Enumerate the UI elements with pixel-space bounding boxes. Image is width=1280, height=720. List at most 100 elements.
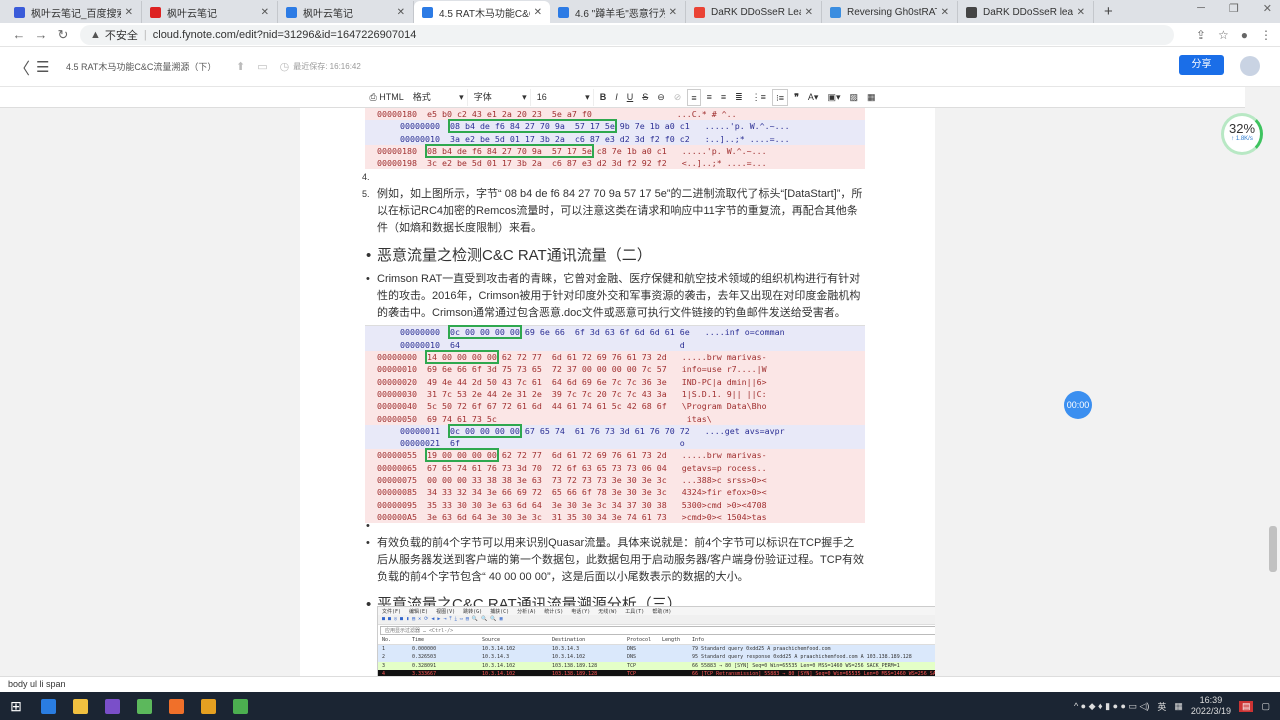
close-window-button[interactable]: ✕ [1263, 2, 1272, 15]
taskbar-app[interactable] [224, 692, 256, 720]
hex-ascii: .....brw marivas- [666, 352, 767, 363]
hex-row: 000000A5 3e 63 6d 64 3e 30 3e 3c 31 35 3… [365, 510, 865, 524]
recording-timer[interactable]: 00:00 [1064, 391, 1092, 419]
browser-tab[interactable]: 4.6 "蹲羊毛"恶意行为分析 ✕ [550, 1, 686, 23]
tab-label: DaRK DDoSseR Leads to [711, 6, 801, 18]
browser-tab[interactable]: 枫叶云笔记_百度搜索 ✕ [6, 1, 142, 23]
keyboard-icon[interactable]: ▦ [1174, 701, 1183, 712]
favicon-icon [286, 6, 297, 18]
share-page-icon[interactable]: ⇪ [1196, 28, 1206, 42]
packet-list-header: No. Time Source Destination Protocol Length In… [378, 636, 935, 645]
editor-toolbar: ⎙ HTML 格式 ▾ 字体 ▾ 16 ▾ B I U S ⊖ ⊘ ≡ ≡ ≡ ≣ ⋮… [0, 87, 1245, 108]
html-button[interactable]: ⎙ HTML [367, 89, 407, 106]
ordered-list-icon[interactable]: ⋮≡ [749, 89, 769, 106]
hex-offset: 00000180 [377, 109, 417, 119]
align-right-icon[interactable]: ≡ [718, 89, 729, 106]
url-input[interactable]: ▲ 不安全 | cloud.fynote.com/edit?nid=31296&… [80, 24, 1174, 45]
align-left-icon[interactable]: ≡ [687, 88, 701, 106]
caret-icon: ▾ [522, 91, 527, 102]
unordered-list-icon[interactable]: ⁝≡ [771, 88, 789, 106]
quote-button[interactable]: ❞ [791, 89, 802, 106]
list-item: • Crimson RAT一直受到攻击者的青睐，它曾对金融、医疗保健和航空技术领域… [365, 271, 865, 322]
close-tab-icon[interactable]: ✕ [941, 7, 949, 18]
scrollbar[interactable] [1266, 108, 1280, 676]
table-icon[interactable]: ▦ [864, 89, 879, 106]
close-tab-icon[interactable]: ✕ [261, 7, 269, 18]
minimize-button[interactable]: ─ [1197, 2, 1205, 15]
underline-button[interactable]: U [624, 89, 637, 106]
document-title: 4.5 RAT木马功能C&C流量溯源（下） [66, 62, 217, 72]
pin-icon[interactable]: ⬆ [236, 60, 245, 73]
hex-bytes: 3a e2 be 5d 01 17 3b 2a c6 87 e3 d2 3d f… [449, 133, 690, 144]
hex-bytes: 6f [449, 438, 460, 449]
back-chevron-icon[interactable]: 〈 [14, 55, 36, 79]
share-button[interactable]: 分享 [1179, 55, 1224, 75]
browser-tab[interactable]: 枫叶云笔记 ✕ [278, 1, 414, 23]
hex-ascii: .....brw marivas- [666, 450, 767, 461]
avatar[interactable] [1240, 56, 1260, 76]
favicon-icon [694, 6, 705, 18]
browser-tab[interactable]: DaRK DDoSseR leads to ✕ [958, 1, 1094, 23]
hex-ascii: ...388>c srss>0>< [666, 475, 767, 486]
taskbar-app[interactable] [160, 692, 192, 720]
new-tab-button[interactable]: + [1094, 1, 1123, 23]
taskbar-app[interactable] [96, 692, 128, 720]
wireshark-menu-item: 视图(V) [436, 609, 456, 615]
hex-row: 00000055 19 00 00 00 00 62 72 77 6d 61 7… [365, 448, 865, 463]
strikethrough-button[interactable]: S [639, 89, 651, 106]
hex-ascii: o [459, 438, 685, 449]
packet-cell: 10.3.14.102 [482, 662, 516, 669]
browser-tab[interactable]: Reversing Gh0stRAT par ✕ [822, 1, 958, 23]
column-header: Protocol [627, 637, 652, 643]
close-tab-icon[interactable]: ✕ [534, 7, 542, 18]
clock-icon: ◷ [279, 61, 290, 73]
font-size-select[interactable]: 16 ▾ [534, 88, 594, 106]
unlink-icon[interactable]: ⊘ [671, 89, 685, 106]
close-tab-icon[interactable]: ✕ [397, 7, 405, 18]
back-icon[interactable]: ← [8, 27, 30, 42]
close-tab-icon[interactable]: ✕ [805, 7, 813, 18]
menu-icon[interactable]: ☰ [36, 58, 66, 76]
browser-tab[interactable]: 枫叶云笔记 ✕ [142, 1, 278, 23]
format-select[interactable]: 格式 ▾ [410, 88, 468, 106]
forward-icon[interactable]: → [30, 27, 52, 42]
more-menu-icon[interactable]: ⋮ [1260, 28, 1272, 42]
link-icon[interactable]: ⊖ [654, 89, 668, 106]
justify-icon[interactable]: ≣ [732, 89, 746, 106]
taskbar-app[interactable] [32, 692, 64, 720]
tray-icons[interactable]: ^ ● ◆ ♦ ▮ ● ● ▭ ◁) [1074, 701, 1149, 712]
font-color-icon[interactable]: A▾ [805, 89, 822, 106]
maximize-button[interactable]: ❐ [1229, 2, 1239, 15]
browser-tab[interactable]: 4.5 RAT木马功能C&C流量 ✕ [414, 1, 550, 23]
close-tab-icon[interactable]: ✕ [1077, 7, 1085, 18]
packet-cell: 10.3.14.3 [552, 645, 580, 652]
reload-icon[interactable]: ↻ [52, 27, 74, 43]
bookmark-star-icon[interactable]: ☆ [1218, 28, 1229, 42]
image-icon[interactable]: ▨ [846, 89, 861, 106]
bold-button[interactable]: B [597, 89, 610, 106]
font-select[interactable]: 字体 ▾ [471, 88, 531, 106]
hex-row: 00000010 64 d [365, 338, 865, 352]
highlight-color-icon[interactable]: ▣▾ [824, 89, 843, 106]
italic-button[interactable]: I [612, 89, 621, 106]
network-speed-widget[interactable]: 32% ↑ 1.8K/s [1221, 113, 1263, 155]
taskbar-app[interactable] [128, 692, 160, 720]
scrollbar-thumb[interactable] [1269, 526, 1277, 572]
notification-icon[interactable]: ▤ [1238, 700, 1254, 712]
history-icon[interactable]: ▭ [257, 60, 267, 73]
ime-indicator[interactable]: 英 [1157, 700, 1166, 713]
taskbar-app[interactable] [64, 692, 96, 720]
clock[interactable]: 16:39 2022/3/19 [1191, 695, 1231, 717]
align-center-icon[interactable]: ≡ [704, 89, 715, 106]
tab-label: 枫叶云笔记 [167, 8, 217, 20]
profile-icon[interactable]: ● [1241, 28, 1248, 42]
document-content[interactable]: 00000180 e5 b0 c2 43 e1 2a 20 23 5e a7 f… [362, 108, 865, 620]
close-tab-icon[interactable]: ✕ [669, 7, 677, 18]
browser-tab[interactable]: DaRK DDoSseR Leads to ✕ [686, 1, 822, 23]
start-button[interactable]: ⊞ [0, 692, 32, 720]
close-tab-icon[interactable]: ✕ [125, 7, 133, 18]
taskbar-app[interactable] [192, 692, 224, 720]
list-item: • 有效负载的前4个字节可以用来识别Quasar流量。具体来说就是：前4个字节可以… [365, 535, 865, 586]
action-center-icon[interactable]: ▢ [1261, 701, 1270, 712]
bullet: • [366, 247, 372, 265]
